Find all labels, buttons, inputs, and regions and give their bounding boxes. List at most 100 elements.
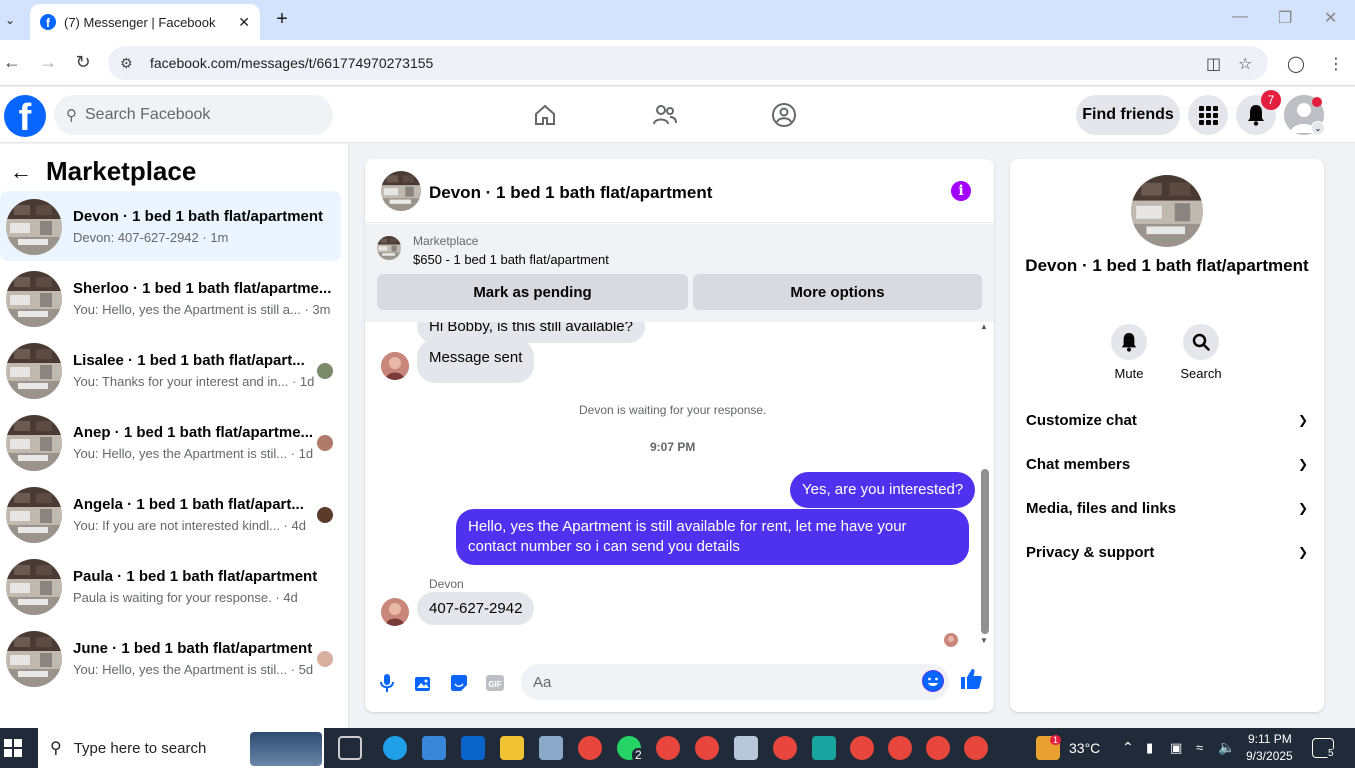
facebook-search-input[interactable] — [85, 106, 305, 124]
listing-mini-thumbnail — [377, 236, 401, 260]
chrome-profile-icon[interactable] — [888, 736, 912, 760]
tab-title: (7) Messenger | Facebook — [64, 14, 216, 30]
conversation-item[interactable]: Angela · 1 bed 1 bath flat/apart... You:… — [0, 479, 341, 549]
mute-button[interactable]: Mute — [1099, 324, 1159, 381]
conversation-item[interactable]: Anep · 1 bed 1 bath flat/apartme... You:… — [0, 407, 341, 477]
clock-date[interactable]: 9/3/2025 — [1246, 749, 1293, 763]
browser-profile-icon[interactable]: ◯ — [1287, 54, 1305, 74]
conversation-item[interactable]: Sherloo · 1 bed 1 bath flat/apartme... Y… — [0, 263, 341, 333]
microphone-icon[interactable] — [375, 671, 399, 695]
search-icon[interactable] — [1183, 324, 1219, 360]
mark-as-pending-button[interactable]: Mark as pending — [377, 274, 688, 310]
groups-icon[interactable] — [767, 99, 801, 131]
info-icon[interactable]: i — [951, 181, 971, 201]
chrome-profile-icon[interactable] — [850, 736, 874, 760]
sender-avatar[interactable] — [381, 352, 409, 380]
microsoft-store-icon[interactable] — [422, 736, 446, 760]
incoming-message: 407-627-2942 — [417, 592, 535, 625]
facebook-logo-icon[interactable]: f — [4, 95, 46, 137]
conversation-name: Lisalee · 1 bed 1 bath flat/apart... — [73, 352, 305, 369]
privacy-support-section[interactable]: Privacy & support ❯ — [1026, 534, 1308, 570]
account-chevron-icon[interactable]: ⌄ — [1311, 121, 1325, 135]
sticker-icon[interactable] — [447, 671, 471, 695]
tab-close-icon[interactable]: ✕ — [238, 14, 250, 31]
page-scrollbar[interactable] — [1343, 144, 1355, 728]
edge-browser-icon[interactable] — [383, 736, 407, 760]
show-hidden-icons-chevron-icon[interactable]: ⌃ — [1122, 739, 1134, 756]
home-icon[interactable] — [528, 99, 562, 131]
script-app-icon[interactable] — [812, 736, 836, 760]
windows-start-icon[interactable] — [4, 739, 22, 757]
chrome-profile-icon[interactable] — [964, 736, 988, 760]
chevron-down-icon: ❯ — [1297, 457, 1308, 471]
menu-grid-icon[interactable] — [1188, 95, 1228, 135]
chat-window: Devon · 1 bed 1 bath flat/apartment i Ma… — [365, 159, 994, 712]
section-label: Customize chat — [1026, 411, 1137, 429]
scroll-thumb[interactable] — [981, 469, 989, 634]
tab-search-chevron-icon[interactable]: ⌄ — [0, 6, 20, 34]
battery-icon[interactable]: ▮ — [1146, 740, 1153, 756]
url-omnibox[interactable]: ⚙ facebook.com/messages/t/66177497027315… — [108, 46, 1268, 80]
listing-price-title[interactable]: $650 - 1 bed 1 bath flat/apartment — [413, 252, 609, 267]
forward-arrow-icon[interactable]: → — [36, 52, 60, 73]
find-friends-button[interactable]: Find friends — [1076, 95, 1180, 135]
document-app-icon[interactable] — [734, 736, 758, 760]
window-close-icon[interactable]: ✕ — [1324, 8, 1337, 28]
listing-avatar[interactable] — [1131, 175, 1203, 247]
site-info-icon[interactable]: ⚙ — [120, 55, 138, 72]
listing-thumbnail — [6, 415, 62, 471]
search-label: Search — [1180, 366, 1222, 381]
clock-time[interactable]: 9:11 PM — [1248, 732, 1292, 746]
outlook-icon[interactable] — [461, 736, 485, 760]
photo-attach-icon[interactable] — [411, 671, 435, 695]
chrome-profile-icon[interactable] — [773, 736, 797, 760]
conversation-item[interactable]: Paula · 1 bed 1 bath flat/apartment Paul… — [0, 551, 341, 621]
media-files-links-section[interactable]: Media, files and links ❯ — [1026, 490, 1308, 526]
meet-icon[interactable]: ▣ — [1170, 740, 1182, 756]
install-app-icon[interactable]: ◫ — [1206, 54, 1221, 74]
whatsapp-badge: 2 — [632, 748, 645, 762]
scroll-down-icon[interactable]: ▼ — [980, 636, 988, 645]
gif-icon[interactable]: GIF — [483, 671, 507, 695]
conversation-item[interactable]: Lisalee · 1 bed 1 bath flat/apart... You… — [0, 335, 341, 405]
back-arrow-icon[interactable]: ← — [0, 52, 24, 73]
new-tab-icon[interactable]: + — [272, 8, 292, 32]
browser-tab-active[interactable]: f (7) Messenger | Facebook ✕ — [30, 4, 260, 40]
chat-listing-thumbnail[interactable] — [381, 171, 421, 211]
conversation-item[interactable]: Devon · 1 bed 1 bath flat/apartment Devo… — [0, 191, 341, 261]
minimize-icon[interactable]: — — [1232, 8, 1248, 26]
chrome-profile-icon[interactable] — [695, 736, 719, 760]
back-arrow-icon[interactable]: ← — [10, 159, 36, 185]
task-view-icon[interactable] — [338, 736, 362, 760]
message-input[interactable] — [533, 673, 903, 691]
chrome-icon[interactable] — [578, 736, 602, 760]
temperature-text[interactable]: 33°C — [1069, 740, 1100, 756]
section-label: Media, files and links — [1026, 499, 1177, 517]
chat-title[interactable]: Devon · 1 bed 1 bath flat/apartment — [429, 183, 712, 203]
browser-menu-icon[interactable]: ⋮ — [1328, 54, 1344, 74]
chat-members-section[interactable]: Chat members ❯ — [1026, 446, 1308, 482]
volume-icon[interactable]: 🔈 — [1218, 739, 1235, 756]
message-input-wrapper[interactable] — [521, 664, 949, 700]
file-explorer-icon[interactable] — [500, 736, 524, 760]
conversation-item[interactable]: June · 1 bed 1 bath flat/apartment You: … — [0, 623, 341, 693]
sender-avatar[interactable] — [381, 598, 409, 626]
restore-icon[interactable]: ❐ — [1278, 8, 1292, 28]
thumbs-up-icon[interactable] — [959, 667, 983, 691]
more-options-button[interactable]: More options — [693, 274, 982, 310]
paint-icon[interactable] — [539, 736, 563, 760]
emoji-icon[interactable] — [922, 670, 944, 692]
search-in-chat-button[interactable]: Search — [1171, 324, 1231, 381]
facebook-search[interactable]: ⚲ — [54, 95, 333, 135]
customize-chat-section[interactable]: Customize chat ❯ — [1026, 402, 1308, 438]
bookmark-star-icon[interactable]: ☆ — [1238, 54, 1252, 74]
friends-icon[interactable] — [648, 99, 682, 131]
scroll-up-icon[interactable]: ▲ — [980, 322, 988, 331]
wifi-icon[interactable]: ≈ — [1196, 740, 1203, 755]
chrome-profile-icon[interactable] — [656, 736, 680, 760]
marketplace-label: Marketplace — [413, 234, 479, 248]
message-scrollbar[interactable]: ▲ ▼ — [980, 322, 990, 649]
chrome-profile-icon[interactable] — [926, 736, 950, 760]
reload-icon[interactable]: ↻ — [71, 52, 95, 73]
bell-icon[interactable] — [1111, 324, 1147, 360]
